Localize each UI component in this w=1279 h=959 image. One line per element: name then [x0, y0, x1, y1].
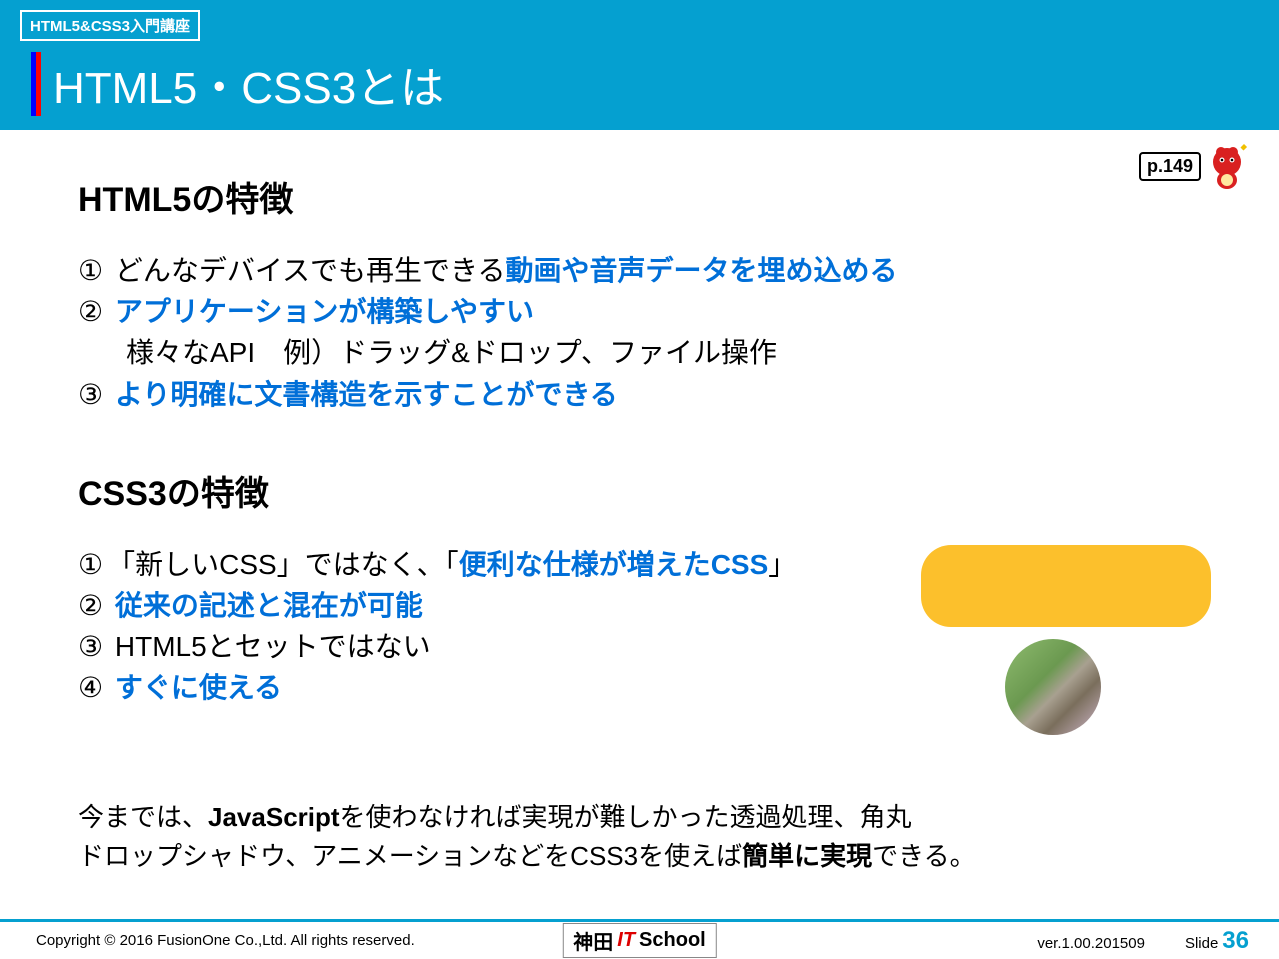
summary-bold: JavaScript	[208, 802, 340, 832]
slide-header: HTML5&CSS3入門講座 HTML5・CSS3とは	[0, 0, 1279, 130]
version-text: ver.1.00.201509	[1037, 935, 1145, 952]
html5-item-2-sub: 様々なAPI 例）ドラッグ&ドロップ、ファイル操作	[78, 333, 1201, 372]
html5-section-title: HTML5の特徴	[78, 172, 1201, 221]
item-text: 「新しいCSS」ではなく、「	[107, 549, 459, 580]
logo-school: School	[639, 929, 706, 952]
item-highlight: 動画や音声データを埋め込める	[506, 255, 898, 286]
item-number: ③	[78, 379, 103, 410]
item-number: ③	[78, 631, 103, 662]
summary-line-2: ドロップシャドウ、アニメーションなどをCSS3を使えば簡単に実現できる。	[78, 837, 1201, 876]
summary-text-part: ドロップシャドウ、アニメーションなどをCSS3を使えば	[78, 841, 742, 871]
summary-line-1: 今までは、JavaScriptを使わなければ実現が難しかった透過処理、角丸	[78, 798, 1201, 837]
item-highlight: 便利な仕様が増えたCSS	[459, 549, 769, 580]
slide-counter: Slide36	[1185, 927, 1249, 955]
item-highlight: より明確に文書構造を示すことができる	[115, 379, 618, 410]
summary-bold: 簡単に実現	[742, 841, 872, 871]
course-label: HTML5&CSS3入門講座	[20, 10, 200, 41]
slide-number: 36	[1222, 927, 1249, 954]
item-highlight: 従来の記述と混在が可能	[115, 590, 423, 621]
cat-circle-image	[1005, 639, 1101, 735]
summary-text: 今までは、JavaScriptを使わなければ実現が難しかった透過処理、角丸 ドロ…	[78, 798, 1201, 876]
logo-it: IT	[617, 929, 635, 952]
item-number: ①	[78, 549, 103, 580]
copyright-text: Copyright © 2016 FusionOne Co.,Ltd. All …	[36, 932, 415, 949]
html5-item-1: ① どんなデバイスでも再生できる動画や音声データを埋め込める	[78, 251, 1201, 290]
slide-label: Slide	[1185, 935, 1218, 952]
item-highlight: すぐに使える	[115, 672, 282, 703]
item-text: HTML5とセットではない	[115, 631, 431, 662]
html5-item-3: ③ より明確に文書構造を示すことができる	[78, 375, 1201, 414]
item-highlight: アプリケーションが構築しやすい	[115, 296, 534, 327]
summary-text-part: できる。	[872, 841, 975, 871]
slide-content: HTML5の特徴 ① どんなデバイスでも再生できる動画や音声データを埋め込める …	[0, 130, 1279, 876]
item-number: ①	[78, 255, 103, 286]
logo-kanji: 神田	[573, 926, 613, 955]
item-number: ④	[78, 672, 103, 703]
slide-title: HTML5・CSS3とは	[36, 52, 444, 116]
css3-items-wrap: ①「新しいCSS」ではなく、「便利な仕様が増えたCSS」 ② 従来の記述と混在が…	[78, 545, 1201, 708]
item-text: どんなデバイスでも再生できる	[115, 255, 506, 286]
html5-item-2: ② アプリケーションが構築しやすい	[78, 292, 1201, 331]
orange-rounded-box	[921, 545, 1211, 627]
slide-footer: Copyright © 2016 FusionOne Co.,Ltd. All …	[0, 919, 1279, 959]
footer-logo: 神田 IT School	[562, 923, 716, 958]
footer-right: ver.1.00.201509 Slide36	[1037, 927, 1249, 955]
css3-section-title: CSS3の特徴	[78, 466, 1201, 515]
summary-text-part: を使わなければ実現が難しかった透過処理、角丸	[340, 802, 912, 832]
mascot-icon	[1203, 142, 1251, 190]
item-text: 」	[768, 549, 796, 580]
page-badge: p.149	[1139, 152, 1201, 181]
summary-text-part: 今までは、	[78, 802, 208, 832]
item-number: ②	[78, 296, 103, 327]
item-number: ②	[78, 590, 103, 621]
